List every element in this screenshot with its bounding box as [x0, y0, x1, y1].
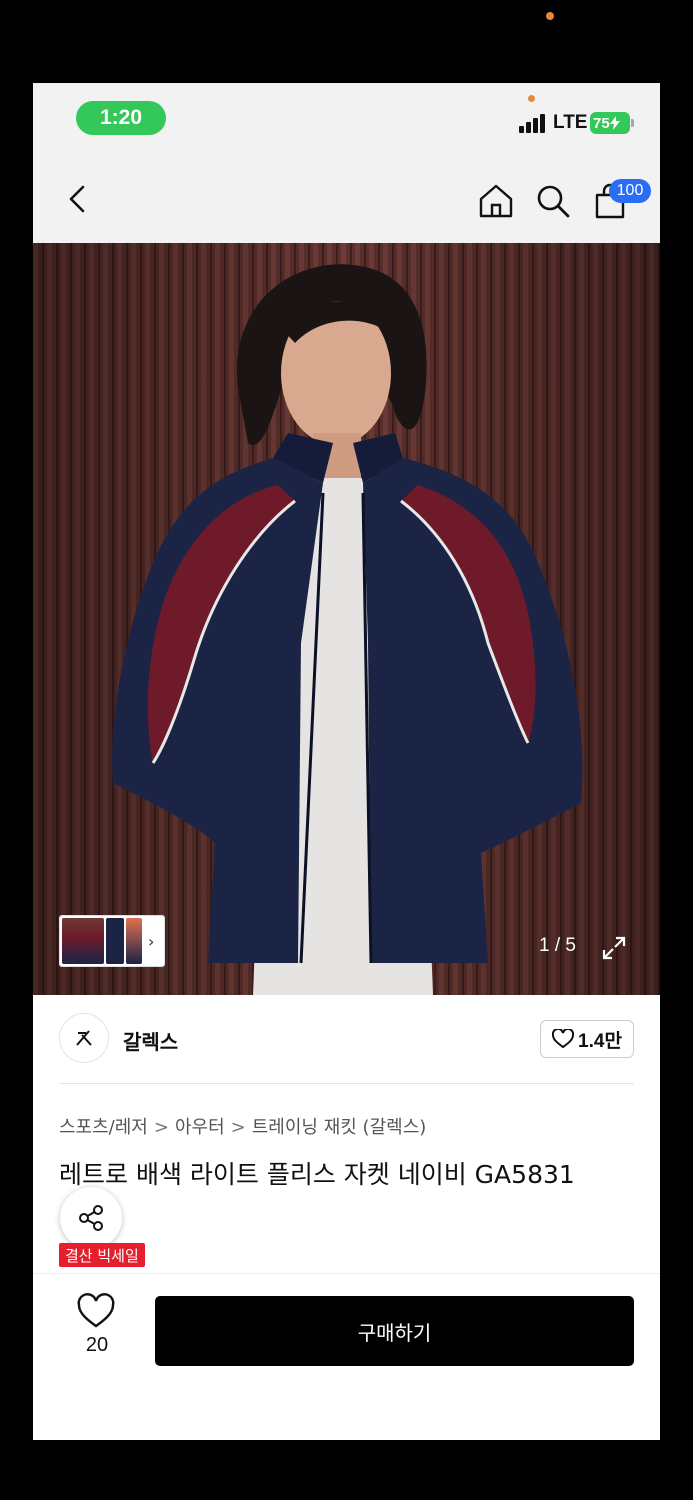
breadcrumb-item[interactable]: 아우터: [175, 1117, 225, 1138]
thumbnail-image[interactable]: [106, 918, 124, 964]
network-label: LTE: [553, 112, 588, 133]
share-button[interactable]: [60, 1187, 122, 1249]
breadcrumb-separator-icon: >: [153, 1117, 169, 1138]
top-nav-bar: 100: [33, 153, 660, 243]
brand-like-count: 1.4만: [578, 1030, 622, 1052]
thumbnail-image[interactable]: [126, 918, 142, 964]
heart-icon: [552, 1029, 575, 1049]
status-time: 1:20: [76, 101, 166, 135]
battery-icon: 75: [590, 112, 630, 134]
expand-icon: [602, 936, 626, 960]
product-title: 레트로 배색 라이트 플리스 자켓 네이비 GA5831: [59, 1160, 575, 1189]
share-icon: [79, 1205, 103, 1231]
brand-name[interactable]: 갈렉스: [123, 1026, 178, 1055]
mic-indicator: [528, 95, 535, 102]
image-page-counter: 1 / 5: [539, 935, 576, 956]
breadcrumb-separator-icon: >: [230, 1117, 246, 1138]
bottom-action-bar: 20 구매하기: [33, 1273, 660, 1440]
cart-count-badge: 100: [609, 179, 651, 203]
wishlist-count: 20: [85, 1334, 109, 1356]
home-button[interactable]: [476, 181, 516, 221]
brand-row: 갈렉스 1.4만: [59, 1013, 634, 1065]
battery-level: 75: [593, 114, 610, 132]
chevron-right-icon[interactable]: ›: [148, 932, 154, 951]
breadcrumb-item[interactable]: 스포츠/레저: [59, 1117, 148, 1138]
phone-screen: 1:20 LTE 75 100 › 1 / 5 갈렉스 1.4만 스포츠/레저 …: [33, 83, 660, 1440]
product-image-gallery[interactable]: › 1 / 5: [33, 243, 660, 995]
home-icon: [479, 184, 513, 218]
back-button[interactable]: [63, 181, 93, 217]
charging-bolt-icon: [609, 116, 620, 130]
buy-button[interactable]: 구매하기: [155, 1296, 634, 1366]
heart-icon: [77, 1293, 115, 1328]
battery-cap: [631, 119, 634, 127]
sale-badge: 결산 빅세일: [59, 1243, 145, 1267]
brand-like-button[interactable]: 1.4만: [540, 1020, 634, 1058]
signal-icon: [519, 113, 547, 133]
expand-button[interactable]: [601, 935, 627, 961]
camera-indicator: [546, 12, 554, 20]
chevron-left-icon: [69, 185, 85, 213]
brand-logo[interactable]: [59, 1013, 109, 1063]
search-button[interactable]: [533, 181, 573, 221]
divider: [59, 1083, 634, 1084]
breadcrumb: 스포츠/레저 > 아우터 > 트레이닝 재킷 (갈렉스): [59, 1113, 426, 1139]
breadcrumb-item[interactable]: 트레이닝 재킷 (갈렉스): [252, 1117, 427, 1138]
product-photo: [33, 243, 660, 995]
thumbnail-image[interactable]: [62, 918, 104, 964]
brand-logo-mark-icon: [76, 1030, 92, 1046]
search-icon: [537, 185, 570, 218]
wishlist-button[interactable]: [73, 1292, 119, 1336]
status-bar: 1:20 LTE 75: [33, 83, 660, 153]
thumbnail-strip[interactable]: ›: [59, 915, 165, 967]
